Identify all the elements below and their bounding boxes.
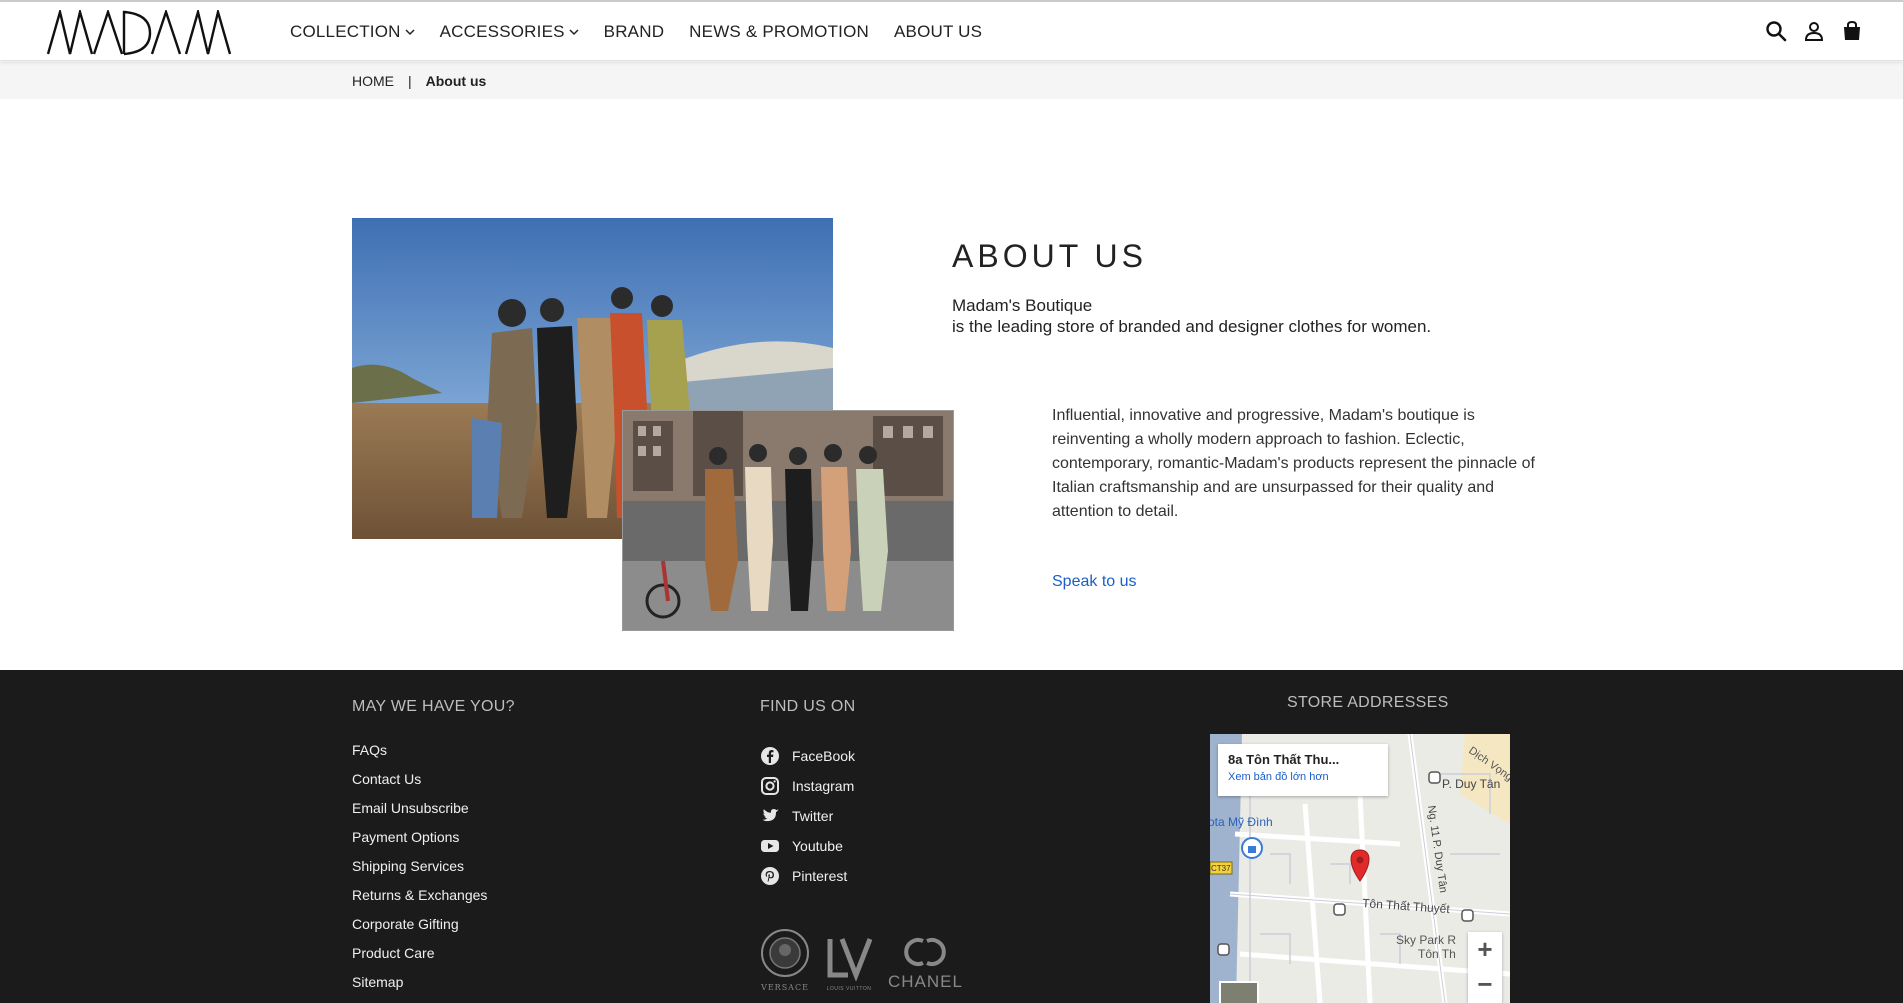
brand-label: CHANEL (888, 972, 963, 991)
footer-links: FAQs Contact Us Email Unsubscribe Paymen… (352, 742, 487, 1003)
speak-to-us-link[interactable]: Speak to us (1052, 573, 1137, 591)
footer-link-faqs[interactable]: FAQs (352, 742, 487, 771)
footer-link-product-care[interactable]: Product Care (352, 945, 487, 974)
nav-label: BRAND (603, 21, 665, 41)
about-photo-street-group (622, 410, 954, 631)
header-actions (1765, 20, 1863, 42)
footer-link-returns[interactable]: Returns & Exchanges (352, 887, 487, 916)
louis-vuitton-logo: LOUIS VUITTON (826, 935, 873, 992)
map-label: P. Duy Tân (1442, 777, 1500, 791)
footer-col2-title: FIND US ON (760, 698, 856, 715)
facebook-icon (761, 747, 779, 765)
footer-link-shipping[interactable]: Shipping Services (352, 858, 487, 887)
social-pinterest[interactable]: Pinterest (760, 861, 855, 891)
user-icon[interactable] (1803, 20, 1825, 42)
site-footer: MAY WE HAVE YOU? FAQs Contact Us Email U… (0, 670, 1903, 1003)
social-label: Youtube (792, 838, 843, 854)
social-label: FaceBook (792, 748, 856, 764)
footer-link-email-unsubscribe[interactable]: Email Unsubscribe (352, 800, 487, 829)
breadcrumb: HOME | About us (352, 73, 486, 89)
footer-link-payment[interactable]: Payment Options (352, 829, 487, 858)
breadcrumb-bar: HOME | About us (0, 62, 1903, 99)
brand-label: VERSACE (761, 983, 809, 992)
pinterest-icon (761, 867, 779, 885)
search-icon[interactable] (1765, 20, 1787, 42)
instagram-icon (761, 777, 779, 795)
youtube-icon (761, 840, 779, 852)
nav-collection[interactable]: COLLECTION (290, 22, 415, 42)
main-nav: COLLECTION ACCESSORIES BRAND NEWS & PROM… (290, 2, 1007, 61)
map-zoom-controls: + − (1468, 932, 1502, 1003)
chanel-logo: CHANEL (888, 935, 963, 992)
map-larger-link[interactable]: Xem bản đồ lớn hơn (1228, 771, 1378, 783)
partner-brands: VERSACE LOUIS VUITTON CHANEL (760, 928, 963, 992)
footer-col3-title: STORE ADDRESSES (1287, 694, 1449, 711)
social-label: Instagram (792, 778, 855, 794)
nav-label: ACCESSORIES (439, 21, 565, 41)
breadcrumb-home[interactable]: HOME (352, 73, 394, 89)
breadcrumb-current: About us (425, 73, 487, 89)
nav-label: ABOUT US (894, 21, 983, 41)
nav-accessories[interactable]: ACCESSORIES (440, 22, 579, 42)
nav-brand[interactable]: BRAND (604, 22, 665, 42)
nav-news-promotion[interactable]: NEWS & PROMOTION (689, 22, 869, 42)
map-label: ota Mỹ Đình (1210, 815, 1273, 829)
tagline: is the leading store of branded and desi… (952, 317, 1432, 336)
social-instagram[interactable]: Instagram (760, 771, 855, 801)
brand-line: Madam's Boutique (952, 296, 1093, 315)
breadcrumb-separator: | (408, 73, 412, 89)
store-map[interactable]: Tôn Thất Thuyết P. Duy Tân Ng. 11 P. Duy… (1210, 734, 1510, 1003)
versace-logo: VERSACE (760, 928, 810, 992)
social-twitter[interactable]: Twitter (760, 801, 855, 831)
chevron-down-icon (569, 28, 579, 35)
map-label: Tôn Th (1418, 947, 1456, 961)
shopping-bag-icon[interactable] (1841, 20, 1863, 42)
social-links: FaceBook Instagram Twitter Youtube Pinte… (760, 741, 855, 891)
social-label: Twitter (792, 808, 834, 824)
page-title: ABOUT US (952, 238, 1147, 274)
footer-col1-title: MAY WE HAVE YOU? (352, 698, 515, 715)
site-header: COLLECTION ACCESSORIES BRAND NEWS & PROM… (0, 2, 1903, 61)
zoom-out-button[interactable]: − (1468, 967, 1502, 1002)
twitter-icon (762, 809, 779, 822)
social-label: Pinterest (792, 868, 848, 884)
chevron-down-icon (405, 28, 415, 35)
nav-label: NEWS & PROMOTION (689, 21, 869, 41)
zoom-in-button[interactable]: + (1468, 932, 1502, 967)
social-facebook[interactable]: FaceBook (760, 741, 855, 771)
map-label: CT37 (1211, 864, 1231, 873)
brand-label: LOUIS VUITTON (826, 986, 872, 992)
map-label: Sky Park R (1396, 933, 1456, 947)
nav-label: COLLECTION (290, 21, 401, 41)
nav-about-us[interactable]: ABOUT US (894, 22, 982, 42)
map-place-title: 8a Tôn Thất Thu... (1228, 752, 1340, 767)
footer-link-sitemap[interactable]: Sitemap (352, 974, 487, 1003)
map-place-card: 8a Tôn Thất Thu... Xem bản đồ lớn hơn (1218, 744, 1388, 796)
about-description: Influential, innovative and progressive,… (1052, 407, 1535, 520)
footer-link-gifting[interactable]: Corporate Gifting (352, 916, 487, 945)
footer-link-contact[interactable]: Contact Us (352, 771, 487, 800)
social-youtube[interactable]: Youtube (760, 831, 855, 861)
madam-logo[interactable] (46, 10, 236, 56)
